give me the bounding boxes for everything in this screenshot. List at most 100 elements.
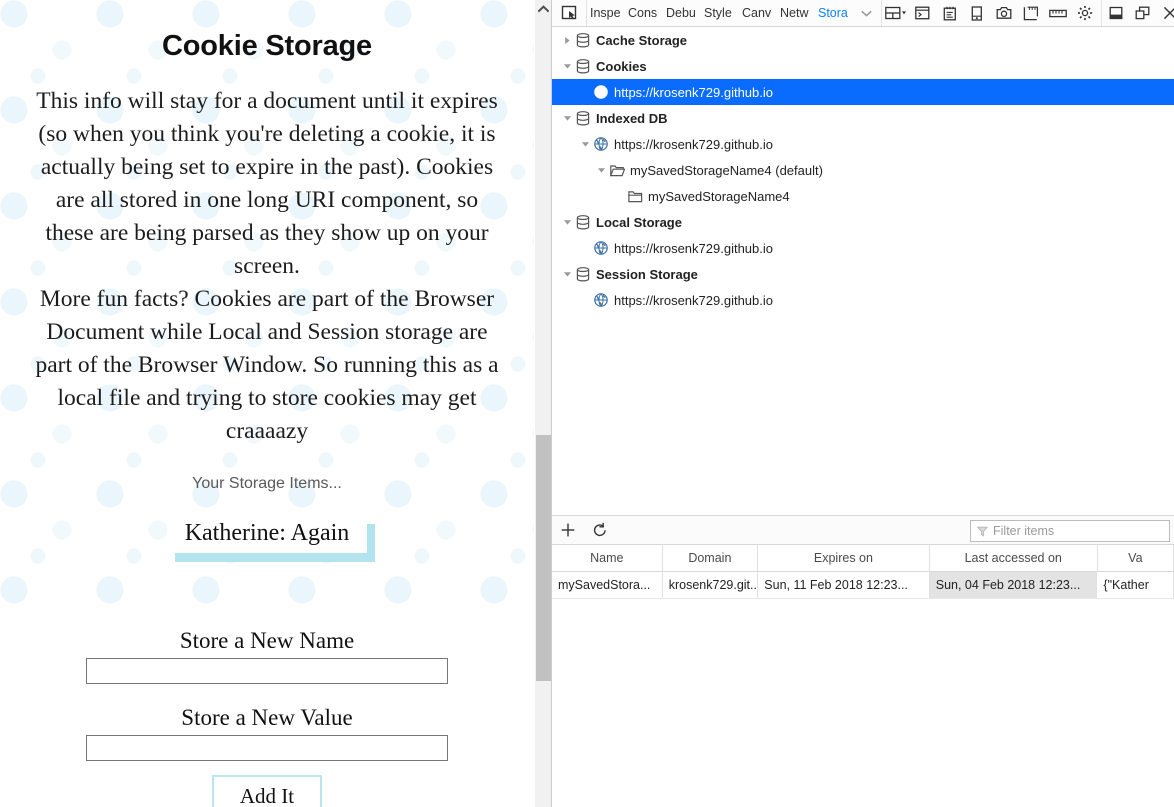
devtools-action-icons	[881, 0, 1174, 26]
tree-item[interactable]: Session Storage	[552, 261, 1174, 287]
filter-items-input[interactable]	[993, 524, 1161, 538]
database-icon	[574, 261, 592, 287]
devtools-toolbar: Inspe Cons Debu Style Canv Netw Stora	[552, 0, 1174, 27]
ruler-icon[interactable]	[1044, 0, 1071, 26]
tree-item[interactable]: Cache Storage	[552, 27, 1174, 53]
scrollbar-thumb[interactable]	[536, 435, 551, 681]
chevron-down-icon[interactable]	[560, 209, 574, 235]
tab-console[interactable]: Cons	[625, 0, 663, 26]
folder-icon	[626, 183, 644, 209]
globe-icon	[592, 235, 610, 261]
tree-item[interactable]: Local Storage	[552, 209, 1174, 235]
tab-storage[interactable]: Stora	[815, 0, 853, 26]
tree-item-label: https://krosenk729.github.io	[614, 84, 773, 100]
devtools-panel: Inspe Cons Debu Style Canv Netw Stora Ca…	[551, 0, 1174, 807]
responsive-device-icon[interactable]	[963, 0, 990, 26]
cell-expires-on: Sun, 11 Feb 2018 12:23...	[758, 572, 930, 598]
globe-icon	[592, 79, 610, 105]
chevron-down-icon[interactable]	[853, 0, 879, 26]
tab-style-editor[interactable]: Style	[701, 0, 739, 26]
database-icon	[574, 53, 592, 79]
tree-item[interactable]: Cookies	[552, 53, 1174, 79]
storage-items-heading: Your Storage Items...	[192, 475, 342, 492]
tree-item[interactable]: Indexed DB	[552, 105, 1174, 131]
console-split-icon[interactable]	[909, 0, 936, 26]
tree-item-label: mySavedStorageName4	[648, 188, 790, 204]
page-title: Cookie Storage	[162, 30, 372, 62]
tree-item-label: https://krosenk729.github.io	[614, 240, 773, 256]
add-button-row: Add It	[0, 761, 534, 807]
cell-name: mySavedStora...	[552, 572, 663, 598]
cell-value: {"Kather	[1097, 572, 1174, 598]
cell-domain: krosenk729.git...	[663, 572, 759, 598]
chevron-down-icon[interactable]	[560, 53, 574, 79]
tree-item-label: https://krosenk729.github.io	[614, 292, 773, 308]
column-header-value[interactable]: Va	[1098, 545, 1174, 571]
storage-form: Store a New Name Store a New Value Add I…	[0, 607, 534, 807]
chevron-down-icon[interactable]	[560, 261, 574, 287]
tree-item[interactable]: mySavedStorageName4	[552, 183, 1174, 209]
tab-canvas[interactable]: Canv	[739, 0, 777, 26]
chevron-down-icon[interactable]	[578, 131, 592, 157]
tree-item-label: https://krosenk729.github.io	[614, 136, 773, 152]
split-layout-icon[interactable]	[882, 0, 909, 26]
tree-item[interactable]: https://krosenk729.github.io	[552, 287, 1174, 313]
screen: Cookie Storage This info will stay for a…	[0, 0, 1174, 807]
chevron-down-icon[interactable]	[594, 157, 608, 183]
close-icon[interactable]	[1156, 0, 1174, 26]
page-content: Cookie Storage This info will stay for a…	[0, 0, 534, 553]
storage-item-toolbar	[552, 515, 1174, 545]
page-scrollbar[interactable]	[534, 0, 551, 807]
folder-open-icon	[608, 157, 626, 183]
gear-settings-icon[interactable]	[1071, 0, 1098, 26]
plus-icon[interactable]	[552, 516, 584, 544]
notes-icon[interactable]	[936, 0, 963, 26]
separate-window-icon[interactable]	[1129, 0, 1156, 26]
column-header-name[interactable]: Name	[552, 545, 663, 571]
refresh-icon[interactable]	[584, 516, 616, 544]
database-icon	[574, 209, 592, 235]
intro-paragraph-2: More fun facts? Cookies are part of the …	[35, 286, 499, 444]
chevron-right-icon[interactable]	[560, 27, 574, 53]
table-header-row: Name Domain Expires on Last accessed on …	[552, 545, 1174, 572]
element-picker-icon[interactable]	[552, 0, 587, 26]
filter-items-box[interactable]	[970, 520, 1170, 542]
dock-bottom-icon[interactable]	[1101, 0, 1129, 26]
add-it-button[interactable]: Add It	[211, 775, 323, 807]
tree-item-label: Session Storage	[596, 266, 698, 282]
tree-item[interactable]: https://krosenk729.github.io	[552, 235, 1174, 261]
new-name-input[interactable]	[86, 658, 448, 684]
new-value-input[interactable]	[86, 735, 448, 761]
tab-network[interactable]: Netw	[777, 0, 815, 26]
column-header-expires-on[interactable]: Expires on	[758, 545, 930, 571]
tab-inspector[interactable]: Inspe	[587, 0, 625, 26]
chevron-down-icon[interactable]	[560, 105, 574, 131]
camera-icon[interactable]	[990, 0, 1017, 26]
funnel-icon	[971, 526, 993, 537]
chevron-up-icon[interactable]	[535, 0, 552, 17]
measure-corner-icon[interactable]	[1017, 0, 1044, 26]
column-header-last-accessed-on[interactable]: Last accessed on	[930, 545, 1098, 571]
tree-item-label: mySavedStorageName4 (default)	[630, 162, 823, 178]
storage-item[interactable]: Katherine: Again	[166, 515, 368, 553]
storage-items-list: Katherine: Again	[0, 493, 534, 553]
tree-item[interactable]: mySavedStorageName4 (default)	[552, 157, 1174, 183]
cell-last-accessed-on: Sun, 04 Feb 2018 12:23...	[929, 572, 1098, 598]
web-page-viewport: Cookie Storage This info will stay for a…	[0, 0, 534, 807]
tree-item[interactable]: https://krosenk729.github.io	[552, 131, 1174, 157]
new-value-label: Store a New Value	[181, 705, 353, 730]
storage-tree[interactable]: Cache Storage Cookies https://krosenk729.g…	[552, 27, 1174, 515]
storage-table: Name Domain Expires on Last accessed on …	[552, 545, 1174, 599]
table-row[interactable]: mySavedStora... krosenk729.git... Sun, 1…	[552, 572, 1174, 599]
column-header-domain[interactable]: Domain	[663, 545, 759, 571]
new-name-label: Store a New Name	[179, 628, 355, 653]
tree-item-label: Cache Storage	[596, 32, 688, 48]
tree-item-label: Cookies	[596, 58, 647, 74]
database-icon	[574, 105, 592, 131]
tree-item[interactable]: https://krosenk729.github.io	[552, 79, 1174, 105]
tab-debugger[interactable]: Debu	[663, 0, 701, 26]
